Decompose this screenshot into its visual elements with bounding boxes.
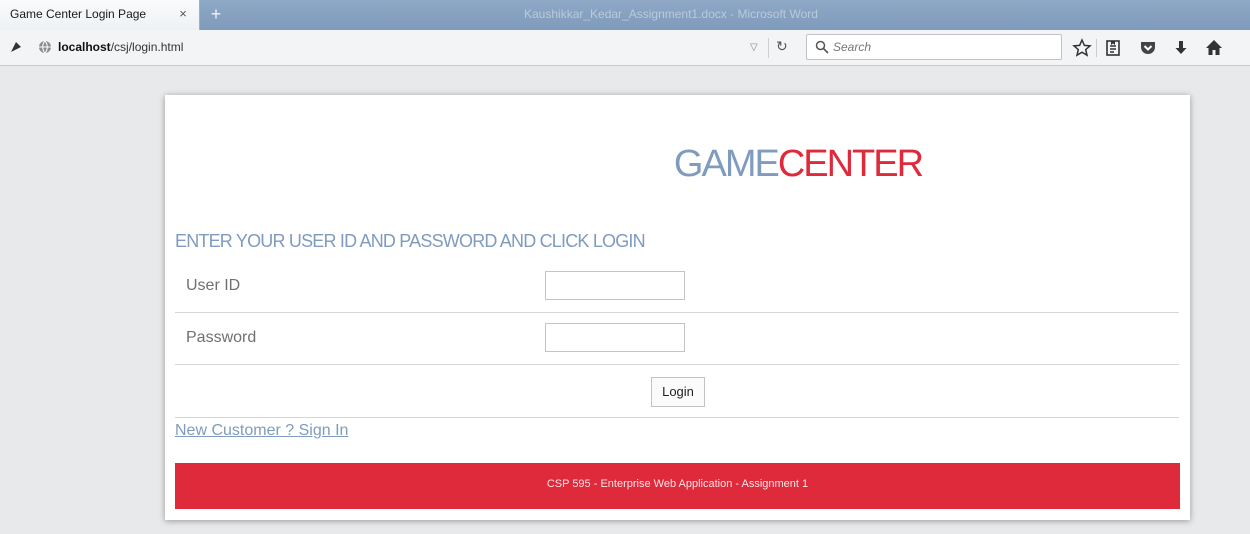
toolbar-separator	[1096, 39, 1097, 57]
user-id-row: User ID	[175, 261, 1179, 313]
reload-icon[interactable]: ↻	[776, 38, 788, 55]
login-card: GAMECENTER ENTER YOUR USER ID AND PASSWO…	[165, 95, 1190, 520]
url-bar[interactable]: localhost/csj/login.html	[58, 40, 183, 54]
window-title: Kaushikkar_Kedar_Assignment1.docx - Micr…	[524, 7, 818, 21]
logo-part-center: CENTER	[777, 143, 924, 185]
search-icon	[815, 40, 829, 54]
user-id-label: User ID	[186, 277, 241, 294]
login-row: Login	[175, 365, 1179, 418]
url-host: localhost	[58, 40, 111, 54]
browser-tab-bar: Game Center Login Page × + Kaushikkar_Ke…	[0, 0, 1250, 30]
tab-close-icon[interactable]: ×	[176, 6, 190, 22]
bookmark-star-icon[interactable]	[1072, 38, 1092, 58]
page-footer: CSP 595 - Enterprise Web Application - A…	[175, 463, 1180, 509]
search-placeholder: Search	[833, 40, 872, 54]
search-box[interactable]: Search	[806, 34, 1062, 60]
dropmarker-icon[interactable]: ▽	[750, 42, 758, 53]
logo-part-game: GAME	[673, 143, 780, 185]
url-path: /csj/login.html	[110, 40, 184, 54]
sign-in-link[interactable]: New Customer ? Sign In	[175, 422, 348, 440]
pocket-icon[interactable]	[1138, 38, 1158, 58]
identity-icon[interactable]	[8, 39, 24, 55]
new-tab-icon[interactable]: +	[205, 4, 227, 24]
reading-list-icon[interactable]	[1103, 38, 1123, 58]
password-label: Password	[186, 329, 257, 346]
globe-icon	[39, 40, 51, 54]
game-center-logo: GAMECENTER	[165, 143, 1250, 186]
download-icon[interactable]	[1171, 38, 1191, 58]
user-id-input[interactable]	[545, 271, 685, 300]
footer-text: CSP 595 - Enterprise Web Application - A…	[546, 478, 809, 490]
browser-nav-bar: localhost/csj/login.html ▽ ↻ Search	[0, 30, 1250, 66]
password-input[interactable]	[545, 323, 685, 352]
password-row: Password	[175, 313, 1179, 365]
login-button[interactable]: Login	[651, 377, 705, 407]
login-instructions: ENTER YOUR USER ID AND PASSWORD AND CLIC…	[175, 231, 646, 251]
browser-tab[interactable]: Game Center Login Page ×	[0, 0, 200, 30]
home-icon[interactable]	[1204, 38, 1224, 58]
tab-title: Game Center Login Page	[10, 7, 147, 21]
url-separator	[768, 38, 769, 58]
